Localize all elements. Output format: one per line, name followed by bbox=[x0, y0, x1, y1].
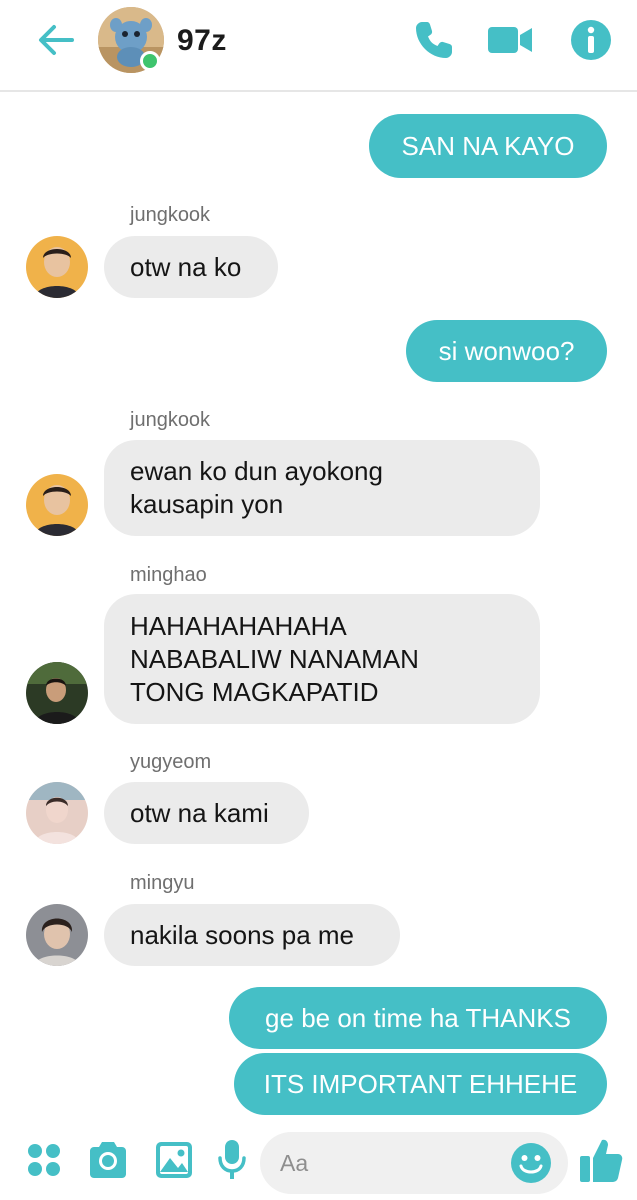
incoming-message[interactable]: ewan ko dun ayokong kausapin yon bbox=[104, 440, 540, 536]
incoming-message[interactable]: HAHAHAHAHAHA NABABALIW NANAMAN TONG MAGK… bbox=[104, 594, 540, 724]
outgoing-message[interactable]: SAN NA KAYO bbox=[369, 114, 607, 178]
camera-icon[interactable] bbox=[86, 1138, 130, 1182]
avatar[interactable] bbox=[26, 474, 88, 536]
message-text: ewan ko dun ayokong kausapin yon bbox=[130, 456, 383, 519]
message-input-placeholder: Aa bbox=[280, 1150, 309, 1176]
back-arrow-icon[interactable] bbox=[36, 20, 76, 60]
sender-name: minghao bbox=[130, 564, 207, 586]
message-text: HAHAHAHAHAHA NABABALIW NANAMAN TONG MAGK… bbox=[130, 610, 419, 707]
avatar[interactable] bbox=[26, 662, 88, 724]
chat-title[interactable]: 97z bbox=[177, 24, 227, 58]
microphone-icon[interactable] bbox=[216, 1138, 248, 1182]
gallery-icon[interactable] bbox=[154, 1138, 194, 1182]
info-icon[interactable] bbox=[570, 18, 612, 62]
sender-name: jungkook bbox=[130, 409, 211, 431]
incoming-message[interactable]: nakila soons pa me bbox=[104, 904, 400, 966]
sender-name: jungkook bbox=[130, 204, 211, 226]
message-text: ge be on time ha THANKS bbox=[265, 1002, 571, 1033]
message-input[interactable]: Aa bbox=[260, 1132, 568, 1194]
message-text: SAN NA KAYO bbox=[401, 130, 575, 161]
message-text: nakila soons pa me bbox=[130, 919, 355, 950]
chat-header: 97z bbox=[0, 0, 637, 92]
video-call-icon[interactable] bbox=[486, 18, 534, 62]
online-status-dot bbox=[140, 51, 160, 71]
phone-call-icon[interactable] bbox=[412, 18, 456, 62]
apps-icon[interactable] bbox=[26, 1138, 62, 1182]
sender-name: yugyeom bbox=[130, 751, 212, 773]
outgoing-message[interactable]: ITS IMPORTANT EHHEHE bbox=[234, 1053, 607, 1115]
outgoing-message[interactable]: ge be on time ha THANKS bbox=[229, 987, 607, 1049]
message-text: otw na kami bbox=[130, 797, 269, 828]
avatar[interactable] bbox=[26, 904, 88, 966]
incoming-message[interactable]: otw na ko bbox=[104, 236, 278, 298]
sender-name: mingyu bbox=[130, 872, 195, 894]
message-text: otw na ko bbox=[130, 251, 242, 282]
message-text: si wonwoo? bbox=[438, 335, 575, 366]
incoming-message[interactable]: otw na kami bbox=[104, 782, 309, 844]
message-text: ITS IMPORTANT EHHEHE bbox=[263, 1068, 578, 1099]
avatar[interactable] bbox=[26, 782, 88, 844]
thumbs-up-icon[interactable] bbox=[578, 1136, 624, 1184]
chat-screen: 97z SAN NA KAYO jungkook otw na ko si wo… bbox=[0, 0, 637, 1200]
outgoing-message[interactable]: si wonwoo? bbox=[406, 320, 607, 382]
avatar[interactable] bbox=[26, 236, 88, 298]
message-composer: Aa bbox=[0, 1124, 637, 1200]
emoji-icon[interactable] bbox=[510, 1142, 552, 1184]
